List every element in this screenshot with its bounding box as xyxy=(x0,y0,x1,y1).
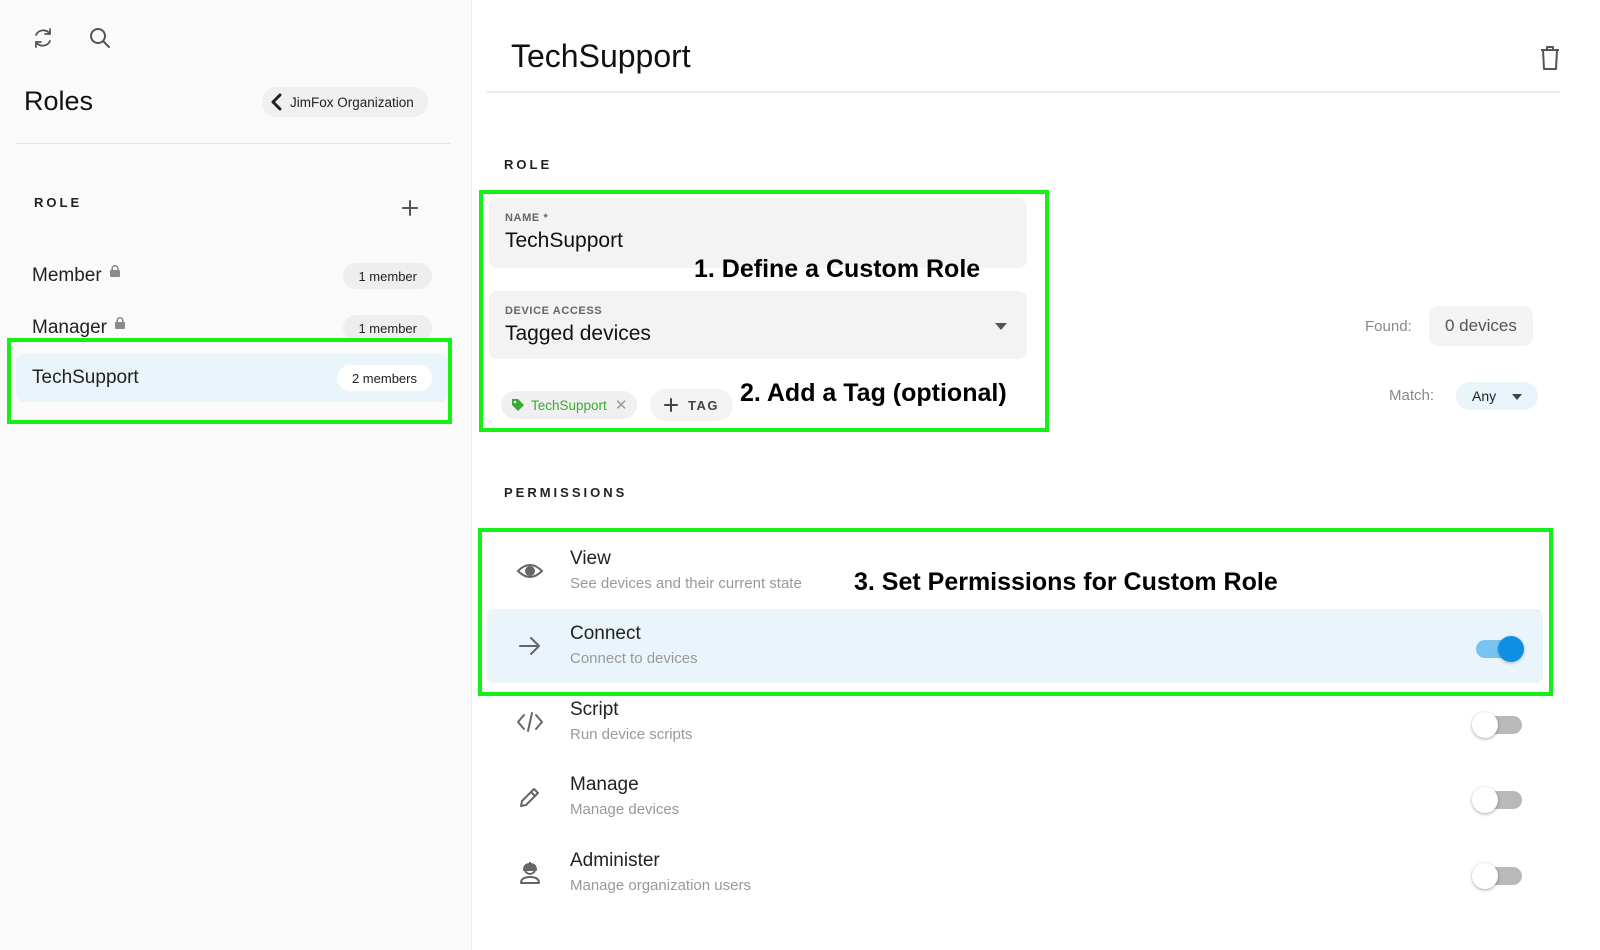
refresh-icon xyxy=(35,28,51,48)
permissions-section-label: PERMISSIONS xyxy=(504,485,628,500)
add-tag-button[interactable]: TAG xyxy=(650,389,733,421)
permission-toggle-script[interactable] xyxy=(1472,712,1522,738)
code-icon xyxy=(517,712,543,732)
role-section-label: ROLE xyxy=(34,195,83,210)
match-label: Match: xyxy=(1389,387,1435,404)
permission-administer[interactable]: Administer Manage organization users xyxy=(487,836,1543,910)
lock-icon xyxy=(109,265,120,277)
lock-icon xyxy=(115,317,125,329)
tag-label: TechSupport xyxy=(531,397,607,413)
device-access-value: Tagged devices xyxy=(505,322,651,345)
plus-icon xyxy=(664,398,678,412)
field-label: DEVICE ACCESS xyxy=(505,305,603,317)
permission-description: Run device scripts xyxy=(570,726,693,743)
permission-description: Manage organization users xyxy=(570,877,751,894)
back-chip-label: JimFox Organization xyxy=(290,94,414,110)
plus-icon xyxy=(402,200,418,216)
role-name: Manager xyxy=(32,317,107,338)
permission-connect[interactable]: Connect Connect to devices xyxy=(487,609,1543,683)
user-admin-icon xyxy=(520,862,540,884)
permission-description: Manage devices xyxy=(570,801,680,818)
role-item-techsupport[interactable]: TechSupport 2 members xyxy=(16,354,448,402)
annotation-step-1: 1. Define a Custom Role xyxy=(694,255,981,283)
match-select[interactable]: Any xyxy=(1456,382,1538,410)
role-name-input[interactable]: TechSupport xyxy=(505,229,1011,253)
permission-toggle-manage[interactable] xyxy=(1472,787,1522,813)
permission-title: Administer xyxy=(570,850,660,871)
permission-description: Connect to devices xyxy=(570,650,698,667)
found-label: Found: xyxy=(1365,318,1412,335)
annotation-step-2: 2. Add a Tag (optional) xyxy=(740,379,1007,407)
search-icon xyxy=(90,28,110,48)
delete-role-button[interactable] xyxy=(1532,40,1568,76)
search-button[interactable] xyxy=(82,20,118,56)
trash-icon xyxy=(1541,46,1559,70)
role-detail-panel: TechSupport ROLE NAME * TechSupport DEVI… xyxy=(472,0,1600,950)
page-title: TechSupport xyxy=(511,38,691,74)
permission-script[interactable]: Script Run device scripts xyxy=(487,685,1543,759)
permission-title: Connect xyxy=(570,623,641,644)
permission-title: Manage xyxy=(570,774,639,795)
member-count-badge: 1 member xyxy=(343,263,432,289)
sidebar-divider xyxy=(16,143,450,144)
permission-manage[interactable]: Manage Manage devices xyxy=(487,760,1543,834)
permission-toggle-administer[interactable] xyxy=(1472,863,1522,889)
annotation-step-3: 3. Set Permissions for Custom Role xyxy=(854,568,1278,596)
sidebar-title: Roles xyxy=(24,86,94,116)
permission-description: See devices and their current state xyxy=(570,575,802,592)
role-item-manager[interactable]: Manager 1 member xyxy=(16,304,448,352)
role-form-section-label: ROLE xyxy=(504,157,553,172)
role-item-member[interactable]: Member 1 member xyxy=(16,252,448,300)
eye-icon xyxy=(516,564,544,578)
title-divider xyxy=(487,91,1560,93)
tag-chip-techsupport[interactable]: TechSupport ✕ xyxy=(501,391,638,419)
permission-title: Script xyxy=(570,699,619,720)
member-count-badge: 1 member xyxy=(343,315,432,341)
dropdown-arrow-icon xyxy=(1512,394,1522,400)
pencil-icon xyxy=(520,788,539,807)
role-name: TechSupport xyxy=(32,367,139,388)
role-name: Member xyxy=(32,265,102,286)
back-to-organization-button[interactable]: JimFox Organization xyxy=(262,87,428,117)
member-count-badge: 2 members xyxy=(336,365,432,391)
found-devices-count: 0 devices xyxy=(1429,306,1533,346)
device-access-select[interactable]: DEVICE ACCESS Tagged devices xyxy=(489,291,1027,359)
permission-toggle-connect[interactable] xyxy=(1472,636,1524,662)
match-value: Any xyxy=(1472,388,1497,404)
permission-title: View xyxy=(570,548,611,569)
add-tag-label: TAG xyxy=(688,397,719,413)
add-role-button[interactable] xyxy=(394,192,426,224)
tag-icon xyxy=(512,399,524,411)
dropdown-arrow-icon xyxy=(995,323,1007,330)
arrow-right-icon xyxy=(519,637,540,655)
field-label: NAME * xyxy=(505,212,549,224)
sidebar: Roles JimFox Organization ROLE Member 1 … xyxy=(0,0,472,950)
remove-tag-icon[interactable]: ✕ xyxy=(615,396,628,414)
chevron-left-icon xyxy=(271,93,282,111)
refresh-button[interactable] xyxy=(25,20,61,56)
